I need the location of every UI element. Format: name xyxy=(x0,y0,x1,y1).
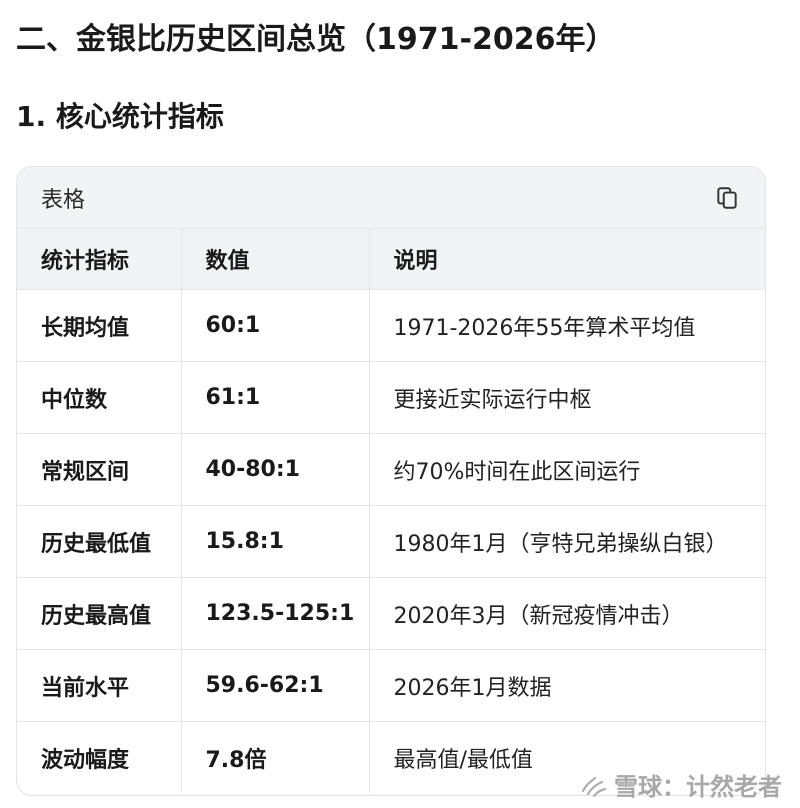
metric-value: 61:1 xyxy=(181,361,370,434)
column-header: 说明 xyxy=(369,229,765,290)
table-card-label: 表格 xyxy=(41,187,86,213)
metric-description: 更接近实际运行中枢 xyxy=(369,361,765,434)
metric-value: 40-80:1 xyxy=(181,433,370,506)
metric-name: 历史最低值 xyxy=(17,505,182,578)
watermark: 雪球：计然老者 xyxy=(578,767,782,802)
metric-value: 59.6-62:1 xyxy=(181,649,370,722)
table-card: 表格 统计指标 数值 说明 长期均值 60:1 1971-2026年55年算术平… xyxy=(16,166,766,796)
metric-name: 长期均值 xyxy=(17,289,182,362)
metric-value: 7.8倍 xyxy=(181,721,370,793)
watermark-text: 雪球：计然老者 xyxy=(614,773,782,801)
stats-table: 统计指标 数值 说明 长期均值 60:1 1971-2026年55年算术平均值 … xyxy=(17,229,765,793)
table-header-row: 统计指标 数值 说明 xyxy=(17,229,765,290)
metric-name: 常规区间 xyxy=(17,433,182,506)
metric-name: 中位数 xyxy=(17,361,182,434)
table-row: 历史最低值 15.8:1 1980年1月（亨特兄弟操纵白银） xyxy=(17,505,765,578)
metric-description: 约70%时间在此区间运行 xyxy=(369,433,765,506)
copy-icon xyxy=(717,186,737,209)
metric-description: 2026年1月数据 xyxy=(369,649,765,722)
copy-button[interactable] xyxy=(713,184,741,212)
metric-value: 15.8:1 xyxy=(181,505,370,578)
metric-name: 历史最高值 xyxy=(17,577,182,650)
column-header: 数值 xyxy=(181,229,370,290)
metric-name: 波动幅度 xyxy=(17,721,182,793)
section-title: 二、金银比历史区间总览（1971-2026年） xyxy=(16,22,616,57)
table-row: 历史最高值 123.5-125:1 2020年3月（新冠疫情冲击） xyxy=(17,577,765,650)
table-card-header: 表格 xyxy=(17,167,765,229)
metric-value: 60:1 xyxy=(181,289,370,362)
metric-description: 1971-2026年55年算术平均值 xyxy=(369,289,765,362)
snowball-logo-icon xyxy=(581,776,607,797)
table-row: 中位数 61:1 更接近实际运行中枢 xyxy=(17,361,765,434)
table-row: 长期均值 60:1 1971-2026年55年算术平均值 xyxy=(17,289,765,362)
subsection-title: 1. 核心统计指标 xyxy=(16,100,224,133)
table-row: 当前水平 59.6-62:1 2026年1月数据 xyxy=(17,649,765,722)
metric-description: 2020年3月（新冠疫情冲击） xyxy=(369,577,765,650)
metric-name: 当前水平 xyxy=(17,649,182,722)
metric-description: 1980年1月（亨特兄弟操纵白银） xyxy=(369,505,765,578)
table-row: 常规区间 40-80:1 约70%时间在此区间运行 xyxy=(17,433,765,506)
column-header: 统计指标 xyxy=(17,229,182,290)
metric-value: 123.5-125:1 xyxy=(181,577,370,650)
